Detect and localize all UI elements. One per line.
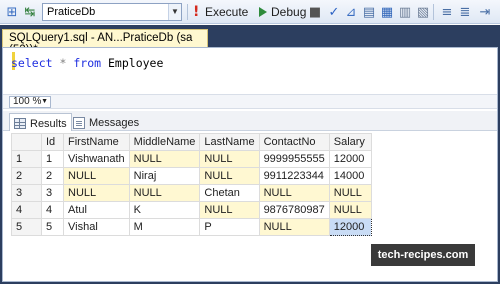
column-header-lastname[interactable]: LastName [199, 133, 260, 151]
execute-button[interactable]: Execute [205, 5, 248, 19]
table-row[interactable]: 3 3 NULL NULL Chetan NULL NULL [11, 184, 372, 202]
uncomment-icon[interactable]: ≣ [456, 3, 474, 21]
grid-cell[interactable]: 1 [41, 150, 64, 168]
selected-grid-cell[interactable]: 12000 [328, 218, 372, 236]
cancel-query-icon[interactable]: ■ [306, 3, 324, 21]
grid-cell[interactable]: 2 [41, 167, 64, 185]
column-header-salary[interactable]: Salary [328, 133, 372, 151]
results-to-file-icon[interactable]: ▧ [414, 3, 432, 21]
grid-cell[interactable]: NULL [258, 184, 330, 202]
grid-cell[interactable]: 14000 [328, 167, 372, 185]
tab-results-label: Results [30, 117, 67, 130]
grid-cell[interactable]: 5 [41, 218, 64, 236]
toolbar: ⊞ ↹ PraticeDb ▼ ! Execute Debug ■ ✓ ⊿ ▤ … [0, 0, 500, 24]
results-to-grid-icon[interactable]: ▦ [378, 3, 396, 21]
table-row[interactable]: 1 1 Vishwanath NULL NULL 9999955555 1200… [11, 150, 372, 168]
tab-messages[interactable]: Messages [69, 113, 143, 131]
execute-icon[interactable]: ! [193, 4, 203, 20]
indent-icon[interactable]: ⇥ [476, 3, 494, 21]
grid-cell[interactable]: NULL [199, 201, 260, 219]
column-header-middlename[interactable]: MiddleName [128, 133, 201, 151]
grid-cell[interactable]: NULL [199, 150, 260, 168]
results-tabs: Results Messages [3, 111, 497, 131]
column-header-contactno[interactable]: ContactNo [258, 133, 330, 151]
tab-results[interactable]: Results [9, 113, 72, 131]
zoom-value: 100 % [13, 96, 42, 107]
grid-cell[interactable]: 12000 [328, 150, 372, 168]
table-row[interactable]: 2 2 NULL Niraj NULL 9911223344 14000 [11, 167, 372, 185]
connect-icon[interactable]: ↹ [21, 3, 39, 21]
toolbar-separator [187, 4, 188, 20]
grid-icon [14, 118, 26, 129]
row-number[interactable]: 5 [11, 218, 42, 236]
grid-cell[interactable]: NULL [328, 201, 372, 219]
grid-cell[interactable]: Vishwanath [63, 150, 130, 168]
messages-icon [73, 117, 85, 129]
grid-header-row: Id FirstName MiddleName LastName Contact… [11, 133, 372, 151]
zoom-selector[interactable]: 100 % ▼ [9, 96, 51, 108]
grid-cell[interactable]: NULL [199, 167, 260, 185]
query-text[interactable]: select * from Employee [11, 56, 163, 72]
sql-star: * [59, 56, 67, 70]
sql-keyword-from: from [73, 56, 102, 70]
column-header-id[interactable]: Id [41, 133, 64, 151]
grid-cell[interactable]: M [128, 218, 201, 236]
execution-plan-icon[interactable]: ⊿ [342, 3, 360, 21]
object-explorer-icon[interactable]: ⊞ [3, 3, 21, 21]
grid-cell[interactable]: NULL [128, 184, 201, 202]
grid-cell[interactable]: 3 [41, 184, 64, 202]
toolbar-separator [433, 4, 434, 20]
grid-cell[interactable]: Chetan [199, 184, 260, 202]
grid-cell[interactable]: Niraj [128, 167, 201, 185]
grid-cell[interactable]: Vishal [63, 218, 130, 236]
table-row[interactable]: 5 5 Vishal M P NULL 12000 [11, 218, 372, 236]
grid-cell[interactable]: NULL [328, 184, 372, 202]
results-to-text-icon[interactable]: ▥ [396, 3, 414, 21]
database-selector-value: PraticeDb [47, 6, 96, 18]
debug-button[interactable]: Debug [271, 5, 306, 19]
grid-cell[interactable]: 9999955555 [258, 150, 330, 168]
grid-cell[interactable]: K [128, 201, 201, 219]
grid-cell[interactable]: 4 [41, 201, 64, 219]
column-header-firstname[interactable]: FirstName [63, 133, 130, 151]
query-options-icon[interactable]: ▤ [360, 3, 378, 21]
row-number[interactable]: 2 [11, 167, 42, 185]
grid-cell[interactable]: NULL [128, 150, 201, 168]
grid-cell[interactable]: 9911223344 [258, 167, 330, 185]
debug-icon[interactable] [259, 7, 267, 17]
grid-cell[interactable]: P [199, 218, 260, 236]
row-number[interactable]: 1 [11, 150, 42, 168]
results-grid[interactable]: Id FirstName MiddleName LastName Contact… [11, 133, 372, 236]
grid-cell[interactable]: NULL [258, 218, 330, 236]
watermark: tech-recipes.com [371, 244, 475, 266]
table-row[interactable]: 4 4 Atul K NULL 9876780987 NULL [11, 201, 372, 219]
sql-table-name: Employee [108, 56, 164, 70]
zoom-bar: 100 % ▼ [3, 94, 497, 109]
chevron-down-icon[interactable]: ▼ [168, 4, 181, 20]
comment-out-icon[interactable]: ≡ [438, 3, 456, 21]
chevron-down-icon[interactable]: ▼ [41, 97, 48, 107]
database-selector[interactable]: PraticeDb ▼ [42, 3, 182, 21]
grid-cell[interactable]: Atul [63, 201, 130, 219]
parse-check-icon[interactable]: ✓ [325, 3, 343, 21]
query-document-tab[interactable]: SQLQuery1.sql - AN...PraticeDb (sa (52))… [2, 29, 208, 56]
grid-cell[interactable]: NULL [63, 184, 130, 202]
grid-cell[interactable]: 9876780987 [258, 201, 330, 219]
grid-cell[interactable]: NULL [63, 167, 130, 185]
tab-messages-label: Messages [89, 117, 140, 129]
row-number[interactable]: 4 [11, 201, 42, 219]
sql-keyword-select: select [11, 56, 53, 70]
row-number[interactable]: 3 [11, 184, 42, 202]
row-number-header[interactable] [11, 133, 42, 151]
